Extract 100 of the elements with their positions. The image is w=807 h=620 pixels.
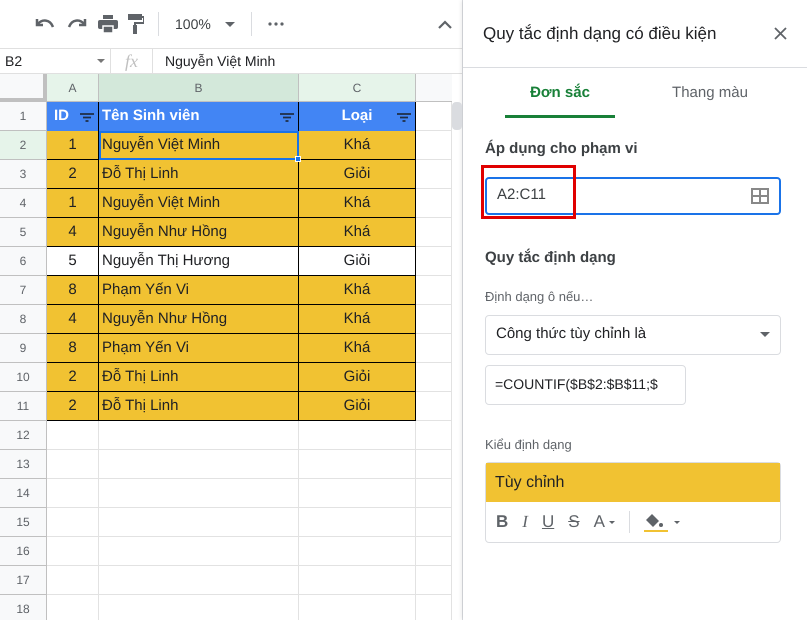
- tab[interactable]: Thang màu: [655, 72, 765, 118]
- column-header[interactable]: C: [299, 74, 416, 102]
- empty-cell[interactable]: [99, 450, 299, 479]
- row-header[interactable]: 16: [0, 537, 47, 566]
- formula-field[interactable]: Nguyễn Việt Minh: [153, 50, 276, 72]
- fill-handle[interactable]: [295, 156, 301, 162]
- row-header[interactable]: 8: [0, 305, 47, 334]
- filter-icon[interactable]: [280, 113, 294, 122]
- style-preview: Tùy chỉnh: [486, 463, 780, 502]
- table-cell: Nguyễn Việt Minh: [99, 189, 299, 218]
- print-icon[interactable]: [98, 15, 118, 33]
- field-label: Định dạng ô nếu…: [485, 288, 594, 306]
- section-label: Quy tắc định dạng: [485, 248, 617, 268]
- table-cell: 2: [47, 160, 99, 189]
- row-header[interactable]: 18: [0, 595, 47, 620]
- underline-button[interactable]: U: [542, 509, 554, 535]
- caret-icon: [97, 59, 105, 63]
- empty-cell[interactable]: [299, 479, 416, 508]
- empty-cell[interactable]: [416, 479, 452, 508]
- row-header[interactable]: 17: [0, 566, 47, 595]
- table-cell: 4: [47, 218, 99, 247]
- row-header[interactable]: 3: [0, 160, 47, 189]
- fill-color-icon[interactable]: [644, 512, 668, 532]
- table-cell: Khá: [299, 334, 416, 363]
- caret-icon: [760, 332, 770, 337]
- empty-cell[interactable]: [299, 450, 416, 479]
- text-color-button[interactable]: A: [594, 509, 605, 535]
- table-cell: Phạm Yến Vi: [99, 276, 299, 305]
- row-header[interactable]: 10: [0, 363, 47, 392]
- row-header[interactable]: 9: [0, 334, 47, 363]
- empty-cell[interactable]: [99, 537, 299, 566]
- row-header[interactable]: 12: [0, 421, 47, 450]
- caret-icon[interactable]: [608, 520, 615, 524]
- empty-cell[interactable]: [299, 508, 416, 537]
- paint-roller-icon[interactable]: [128, 14, 144, 34]
- row-header[interactable]: 1: [0, 102, 47, 131]
- table-cell: Khá: [299, 305, 416, 334]
- table-cell: Nguyễn Thị Hương: [99, 247, 299, 276]
- empty-cell[interactable]: [416, 450, 452, 479]
- tab[interactable]: Đơn sắc: [505, 72, 615, 118]
- table-cell: Đỗ Thị Linh: [99, 160, 299, 189]
- select-all-corner[interactable]: [0, 74, 47, 102]
- column-header[interactable]: A: [47, 74, 99, 102]
- name-box[interactable]: B2: [0, 49, 111, 73]
- condition-dropdown[interactable]: Công thức tùy chỉnh là: [485, 314, 781, 354]
- empty-cell[interactable]: [99, 479, 299, 508]
- column-header[interactable]: [416, 74, 452, 102]
- zoom-dropdown[interactable]: 100%: [169, 14, 241, 34]
- section-label: Áp dụng cho phạm vi: [485, 138, 638, 159]
- empty-cell[interactable]: [416, 537, 452, 566]
- empty-cell[interactable]: [299, 566, 416, 595]
- row-header[interactable]: 7: [0, 276, 47, 305]
- table-cell: 4: [47, 305, 99, 334]
- empty-cell[interactable]: [299, 537, 416, 566]
- row-header[interactable]: 15: [0, 508, 47, 537]
- row-header[interactable]: 14: [0, 479, 47, 508]
- caret-icon[interactable]: [674, 520, 680, 524]
- empty-cell[interactable]: [99, 421, 299, 450]
- empty-cell[interactable]: [99, 566, 299, 595]
- table-cell: 8: [47, 334, 99, 363]
- empty-cell[interactable]: [299, 421, 416, 450]
- row-header[interactable]: 4: [0, 189, 47, 218]
- table-cell: Khá: [299, 189, 416, 218]
- formula-input[interactable]: =COUNTIF($B$2:$B$11;$: [485, 364, 686, 404]
- grid-icon[interactable]: [751, 188, 769, 204]
- close-icon[interactable]: [774, 27, 787, 40]
- table-cell: 2: [47, 363, 99, 392]
- table-cell: Giỏi: [299, 160, 416, 189]
- table-cell: Giỏi: [299, 363, 416, 392]
- caret-icon: [224, 22, 235, 26]
- table-cell: Phạm Yến Vi: [99, 334, 299, 363]
- filter-icon[interactable]: [397, 113, 411, 122]
- empty-cell[interactable]: [99, 508, 299, 537]
- row-header[interactable]: 11: [0, 392, 47, 421]
- row-header[interactable]: 5: [0, 218, 47, 247]
- table-cell: 1: [47, 131, 99, 160]
- strikethrough-button[interactable]: S: [568, 509, 580, 535]
- row-header[interactable]: 13: [0, 450, 47, 479]
- table-cell: Đỗ Thị Linh: [99, 392, 299, 421]
- row-header[interactable]: 6: [0, 247, 47, 276]
- more-icon[interactable]: [268, 22, 284, 26]
- table-cell: Nguyễn Như Hồng: [99, 218, 299, 247]
- chevron-up-icon[interactable]: [438, 20, 452, 28]
- empty-cell[interactable]: [416, 421, 452, 450]
- italic-button[interactable]: I: [522, 509, 528, 535]
- range-field[interactable]: A2:C11: [485, 176, 781, 214]
- table-cell: 1: [47, 189, 99, 218]
- panel-title: Quy tắc định dạng có điều kiện: [483, 22, 718, 45]
- table-cell: Giỏi: [299, 392, 416, 421]
- header-cell: Tên Sinh viên: [99, 102, 299, 131]
- table-cell: Khá: [299, 131, 416, 160]
- empty-cell[interactable]: [416, 508, 452, 537]
- table-cell: Khá: [299, 276, 416, 305]
- column-header[interactable]: B: [99, 74, 299, 102]
- table-cell: Giỏi: [299, 247, 416, 276]
- filter-icon[interactable]: [80, 113, 94, 122]
- empty-cell[interactable]: [416, 566, 452, 595]
- row-header[interactable]: 2: [0, 131, 47, 160]
- bold-button[interactable]: B: [496, 509, 508, 535]
- scrollbar-thumb[interactable]: [452, 102, 462, 130]
